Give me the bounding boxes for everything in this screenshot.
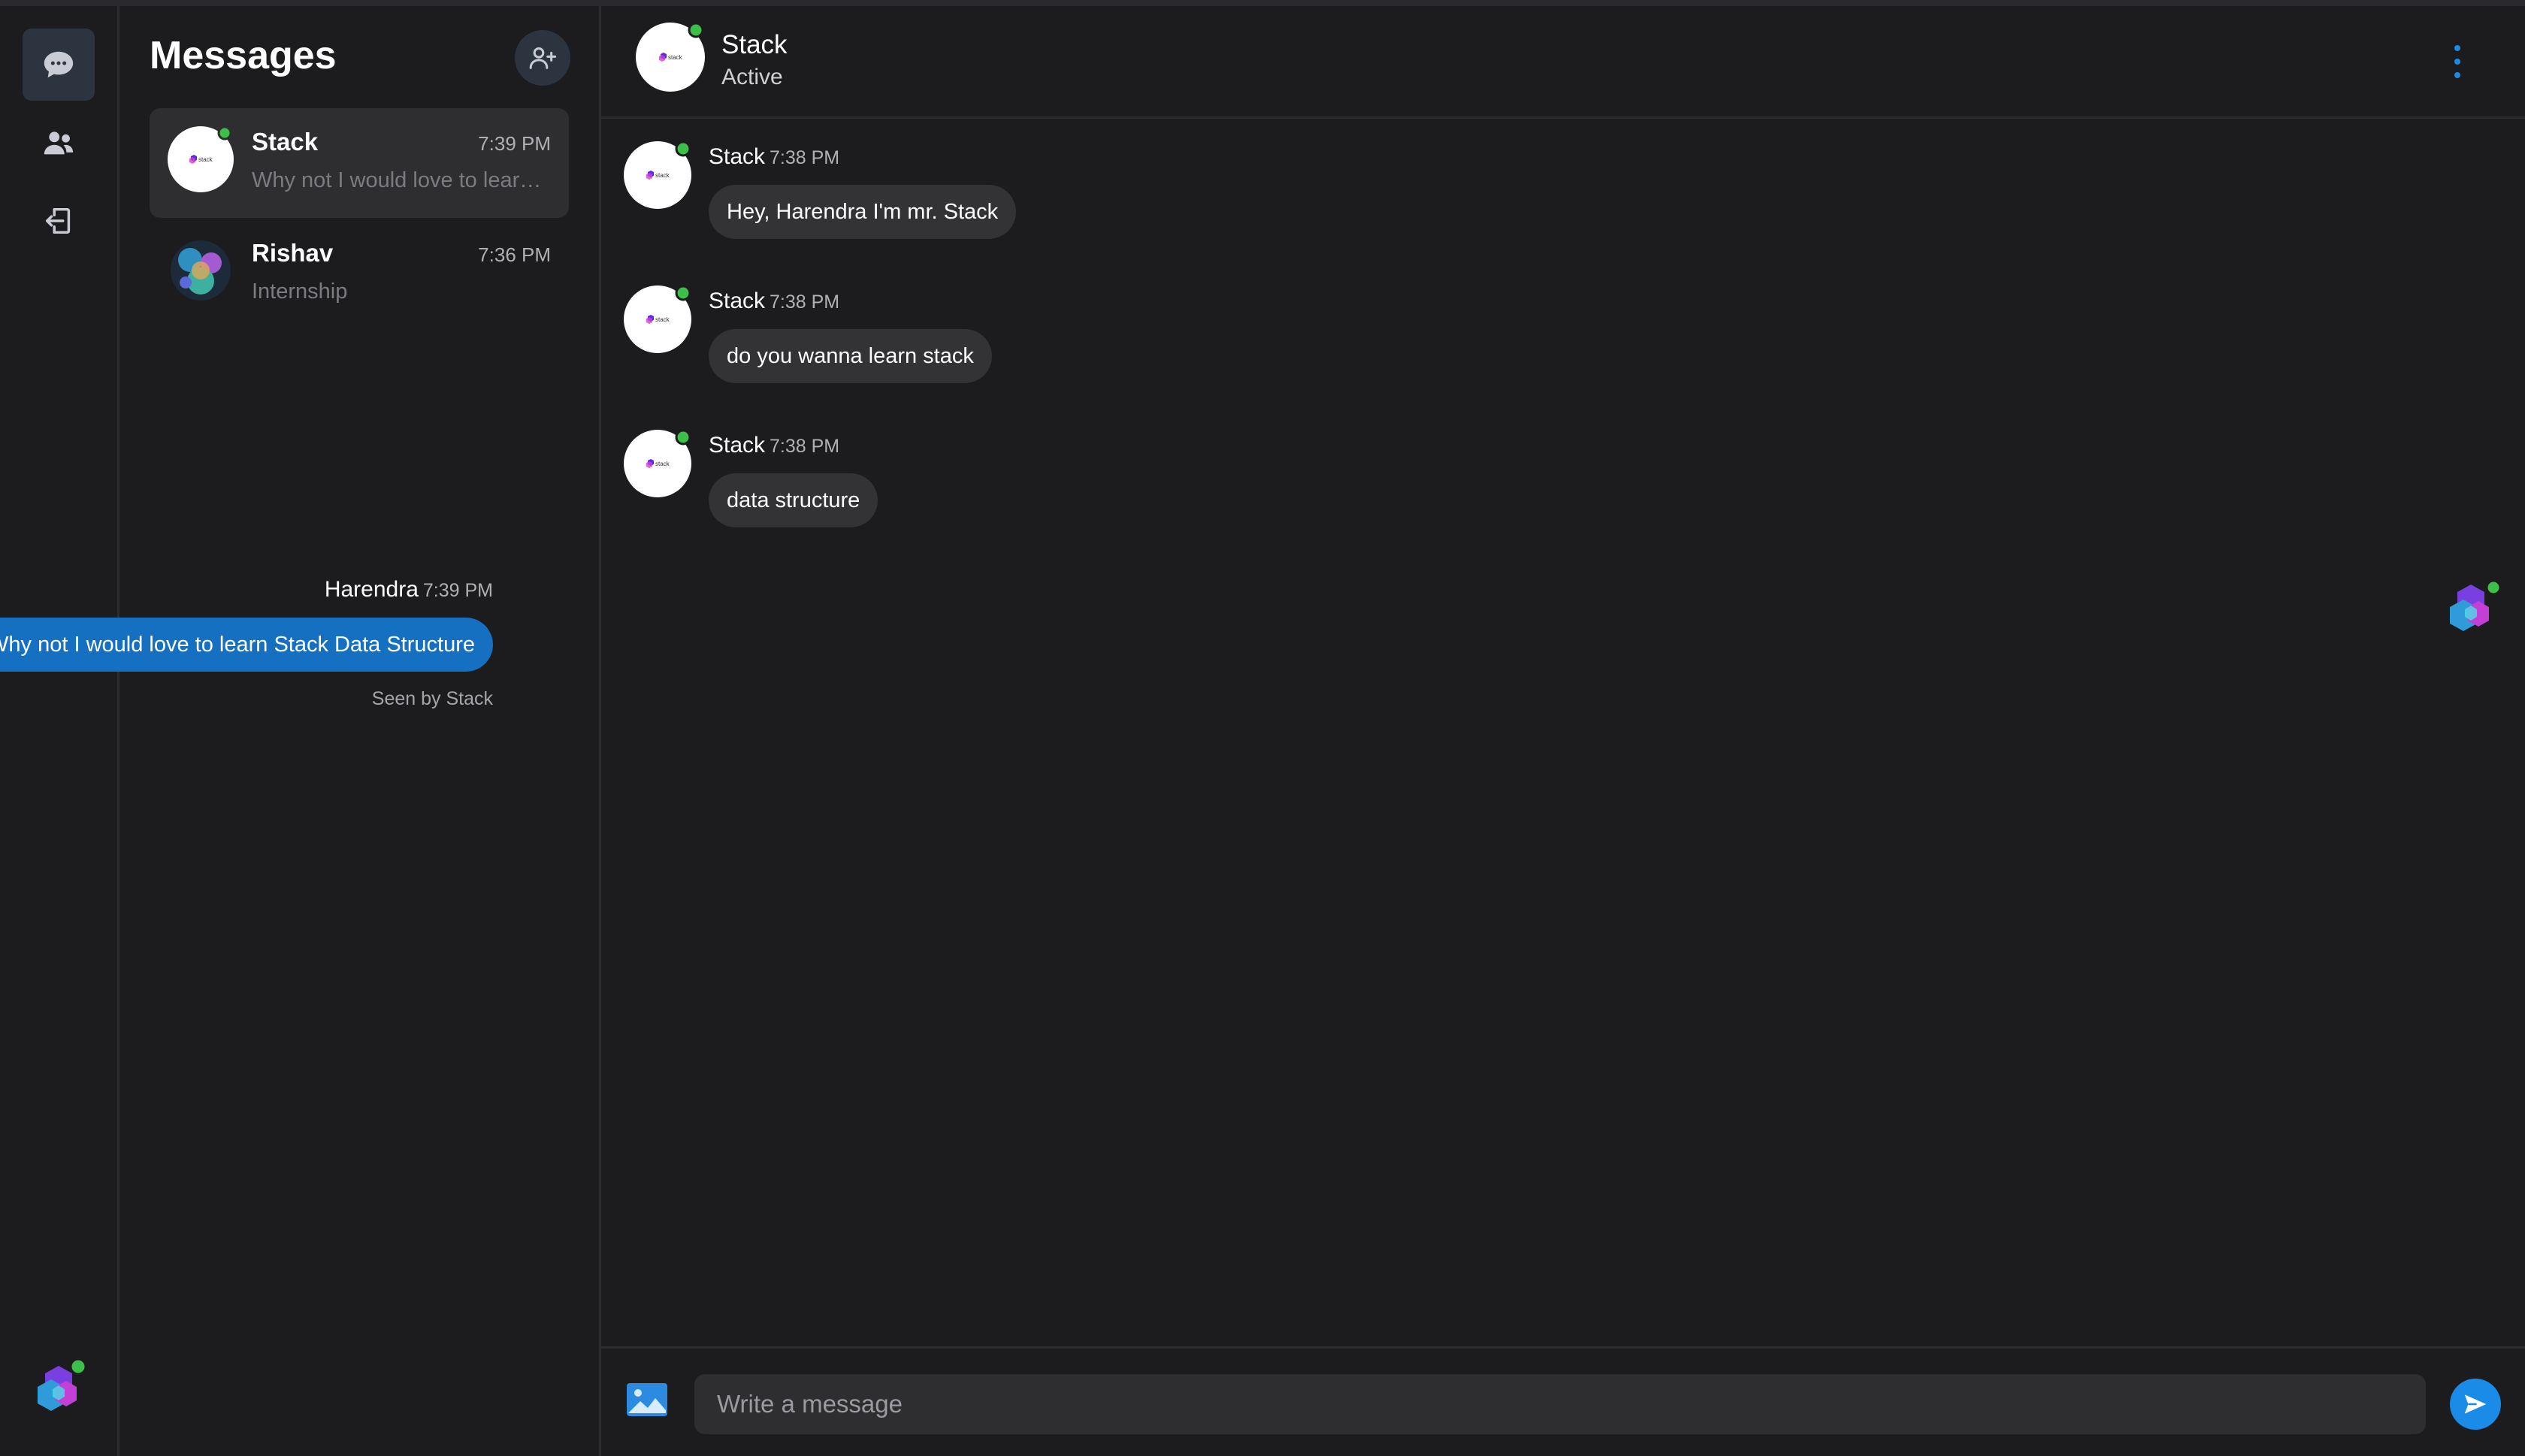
svg-text:stack: stack xyxy=(655,461,670,467)
svg-text:stack: stack xyxy=(668,54,683,61)
online-status-dot xyxy=(69,1358,87,1376)
message-bubble: do you wanna learn stack xyxy=(709,329,992,383)
message-bubble: Why not I would love to learn Stack Data… xyxy=(0,618,493,672)
add-user-icon xyxy=(529,47,557,69)
messages-title: Messages xyxy=(150,34,337,77)
online-status-dot xyxy=(217,126,232,140)
message-time: 7:39 PM xyxy=(422,580,493,601)
svg-text:stack: stack xyxy=(655,172,670,179)
nav-logout-button[interactable] xyxy=(23,185,95,257)
image-upload-icon[interactable] xyxy=(625,1382,669,1418)
chat-bubble-icon xyxy=(44,51,74,78)
message-sender: Stack xyxy=(709,433,766,458)
conversation-name: Stack xyxy=(252,128,319,156)
logout-icon xyxy=(45,207,71,234)
conversation-list-panel: Messages stack Stack 7:39 PM Why not I w… xyxy=(119,6,601,1456)
user-avatar[interactable] xyxy=(30,1358,87,1415)
message-bubble: data structure xyxy=(709,473,878,527)
message-meta: Stack 7:38 PM xyxy=(709,288,839,314)
add-contact-button[interactable] xyxy=(515,30,570,86)
svg-text:stack: stack xyxy=(198,156,213,163)
message-input[interactable] xyxy=(694,1374,2426,1434)
top-border xyxy=(0,0,2525,6)
sender-avatar: stack xyxy=(624,285,691,353)
sender-avatar: stack xyxy=(624,141,691,209)
own-avatar xyxy=(2450,579,2502,631)
message-meta: Stack 7:38 PM xyxy=(709,144,839,170)
more-options-icon[interactable] xyxy=(2448,41,2466,83)
message-sender: Stack xyxy=(709,144,766,169)
send-icon xyxy=(2464,1394,2487,1414)
message-sender: Harendra xyxy=(324,577,419,602)
conversation-preview: Internship xyxy=(252,279,348,304)
people-icon xyxy=(44,131,74,155)
nav-rail xyxy=(0,6,119,1456)
message-bubble: Hey, Harendra I'm mr. Stack xyxy=(709,185,1017,239)
nav-chats-button[interactable] xyxy=(23,29,95,101)
chat-header: stack Stack Active xyxy=(601,6,2525,119)
rishav-avatar xyxy=(171,240,231,301)
seen-receipt: Seen by Stack xyxy=(371,688,493,709)
message-meta: Stack 7:38 PM xyxy=(709,433,839,458)
conversation-item-rishav[interactable]: Rishav 7:36 PM Internship xyxy=(150,219,569,329)
chat-contact-status: Active xyxy=(721,65,783,89)
online-status-dot xyxy=(688,23,704,38)
conversation-name: Rishav xyxy=(252,239,334,267)
conversation-item-stack[interactable]: stack Stack 7:39 PM Why not I would love… xyxy=(150,108,569,218)
sender-avatar: stack xyxy=(624,430,691,497)
message-time: 7:38 PM xyxy=(770,147,840,168)
chat-panel: stack Stack Active stack Stack 7:38 PM He… xyxy=(0,6,2525,1456)
nav-contacts-button[interactable] xyxy=(23,107,95,179)
chat-contact-name: Stack xyxy=(721,30,788,59)
conversation-time: 7:36 PM xyxy=(478,243,551,266)
message-time: 7:38 PM xyxy=(770,292,840,313)
send-button[interactable] xyxy=(2450,1379,2501,1430)
svg-text:stack: stack xyxy=(655,316,670,323)
message-composer xyxy=(601,1346,2525,1456)
chat-contact-avatar[interactable]: stack xyxy=(636,23,705,92)
conversation-preview: Why not I would love to learn Stack Data… xyxy=(252,168,552,192)
message-sender: Stack xyxy=(709,288,766,313)
stack-avatar: stack xyxy=(168,126,234,192)
conversation-time: 7:39 PM xyxy=(478,132,551,155)
message-time: 7:38 PM xyxy=(770,436,840,457)
message-meta: Harendra 7:39 PM xyxy=(325,577,493,603)
